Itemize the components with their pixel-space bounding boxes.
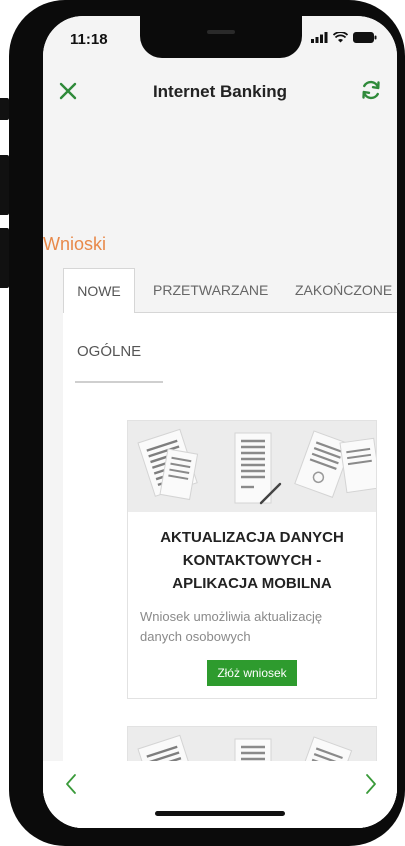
hardware-button-volume-up xyxy=(0,155,9,215)
card-description: Wniosek umożliwia aktualizację danych os… xyxy=(140,609,323,644)
tab-przetwarzane[interactable]: PRZETWARZANE xyxy=(153,268,268,312)
chevron-right-icon xyxy=(366,774,376,794)
tab-nowe[interactable]: NOWE xyxy=(63,268,135,314)
main-content: Wnioski NOWE PRZETWARZANE ZAKOŃCZONE OGÓ… xyxy=(43,218,397,828)
phone-screen: 11:18 Internet Banking Wnioski NOWE PRZE… xyxy=(43,16,397,828)
refresh-button[interactable] xyxy=(359,78,383,102)
status-time: 11:18 xyxy=(70,31,108,48)
application-card: AKTUALIZACJA DANYCH KONTAKTOWYCH - APLIK… xyxy=(127,420,377,699)
documents-illustration xyxy=(128,421,376,512)
app-header: Internet Banking xyxy=(43,60,397,122)
header-banner-area xyxy=(43,122,397,218)
home-indicator[interactable] xyxy=(155,811,285,816)
submit-application-button[interactable]: Złóż wniosek xyxy=(207,660,297,686)
hardware-button-silent xyxy=(0,98,9,120)
battery-icon xyxy=(353,32,377,43)
subtab-underline xyxy=(75,381,163,383)
card-title: AKTUALIZACJA DANYCH KONTAKTOWYCH - APLIK… xyxy=(160,529,344,592)
notch xyxy=(140,16,302,58)
tab-bar: NOWE PRZETWARZANE ZAKOŃCZONE xyxy=(63,268,397,314)
signal-icon xyxy=(311,32,328,43)
card-body: AKTUALIZACJA DANYCH KONTAKTOWYCH - APLIK… xyxy=(128,512,376,698)
bottom-navigation xyxy=(43,761,397,828)
back-button[interactable] xyxy=(61,771,81,797)
subtab-ogolne[interactable]: OGÓLNE xyxy=(75,343,143,368)
tab-zakonczone[interactable]: ZAKOŃCZONE xyxy=(295,268,392,312)
status-icons xyxy=(311,32,377,43)
documents-icon xyxy=(137,428,376,505)
forward-button[interactable] xyxy=(361,771,381,797)
section-title: Wnioski xyxy=(43,234,107,254)
speaker-grill xyxy=(207,30,235,34)
tab-panel: OGÓLNE AKTUALIZACJA DANYCH KONTAKTOWYCH … xyxy=(63,313,397,828)
phone-frame: 11:18 Internet Banking Wnioski NOWE PRZE… xyxy=(9,0,405,846)
page-title: Internet Banking xyxy=(152,82,288,101)
refresh-icon xyxy=(362,80,380,100)
wifi-icon xyxy=(333,32,348,43)
chevron-left-icon xyxy=(66,774,76,794)
hardware-button-volume-down xyxy=(0,228,9,288)
